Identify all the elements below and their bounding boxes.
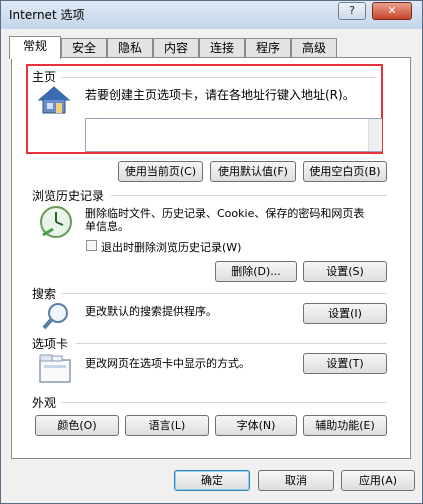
cancel-button[interactable]: 取消 <box>258 470 334 491</box>
history-description: 删除临时文件、历史记录、Cookie、保存的密码和网页表单信息。 <box>85 207 365 233</box>
tabs-divider <box>76 343 387 344</box>
use-current-page-button[interactable]: 使用当前页(C) <box>118 161 203 182</box>
close-icon: ✕ <box>387 4 397 17</box>
tab-connections[interactable]: 连接 <box>199 38 245 58</box>
search-heading: 搜索 <box>32 287 57 301</box>
delete-history-button[interactable]: 删除(D)... <box>215 261 297 282</box>
search-settings-button[interactable]: 设置(I) <box>303 303 387 324</box>
history-divider <box>111 195 387 196</box>
homepage-address-field[interactable] <box>85 118 382 152</box>
help-icon: ? <box>349 4 355 17</box>
appearance-heading: 外观 <box>32 396 57 410</box>
tab-privacy[interactable]: 隐私 <box>107 38 153 58</box>
search-description: 更改默认的搜索提供程序。 <box>85 305 217 318</box>
ok-button[interactable]: 确定 <box>174 470 250 491</box>
tab-security[interactable]: 安全 <box>61 38 107 58</box>
search-magnifier-icon <box>41 301 71 334</box>
homepage-description: 若要创建主页选项卡，请在各地址行键入地址(R)。 <box>85 88 355 102</box>
delete-on-exit-checkbox[interactable] <box>86 240 97 251</box>
tabs-settings-button[interactable]: 设置(T) <box>303 353 387 374</box>
tab-programs[interactable]: 程序 <box>245 38 291 58</box>
accessibility-button[interactable]: 辅助功能(E) <box>303 415 387 436</box>
tab-content[interactable]: 内容 <box>153 38 199 58</box>
tabs-heading: 选项卡 <box>32 337 69 351</box>
close-button[interactable]: ✕ <box>372 2 412 20</box>
window-title: Internet 选项 <box>9 8 85 22</box>
use-default-button[interactable]: 使用默认值(F) <box>210 161 296 182</box>
homepage-heading: 主页 <box>32 70 57 84</box>
appearance-divider <box>61 402 387 403</box>
languages-button[interactable]: 语言(L) <box>125 415 209 436</box>
help-button[interactable]: ? <box>338 2 366 20</box>
apply-button[interactable]: 应用(A) <box>341 470 415 491</box>
colors-button[interactable]: 颜色(O) <box>35 415 119 436</box>
delete-on-exit-label: 退出时删除浏览历史记录(W) <box>101 241 242 254</box>
home-icon <box>37 85 71 118</box>
search-divider <box>61 293 387 294</box>
internet-options-dialog: Internet 选项 ? ✕ 常规 安全 隐私 内容 连接 程序 高级 主页 … <box>0 0 423 504</box>
use-blank-page-button[interactable]: 使用空白页(B) <box>303 161 387 182</box>
tabbed-window-icon <box>39 353 71 386</box>
tab-general[interactable]: 常规 <box>9 36 61 59</box>
tabs-description: 更改网页在选项卡中显示的方式。 <box>85 357 250 370</box>
tab-advanced[interactable]: 高级 <box>291 38 337 58</box>
history-settings-button[interactable]: 设置(S) <box>303 261 387 282</box>
history-clock-icon <box>39 205 73 242</box>
fonts-button[interactable]: 字体(N) <box>215 415 297 436</box>
homepage-divider <box>61 77 377 78</box>
history-heading: 浏览历史记录 <box>32 189 105 203</box>
address-scrollbar[interactable] <box>368 119 382 151</box>
title-bar[interactable]: Internet 选项 ? ✕ <box>1 1 422 29</box>
